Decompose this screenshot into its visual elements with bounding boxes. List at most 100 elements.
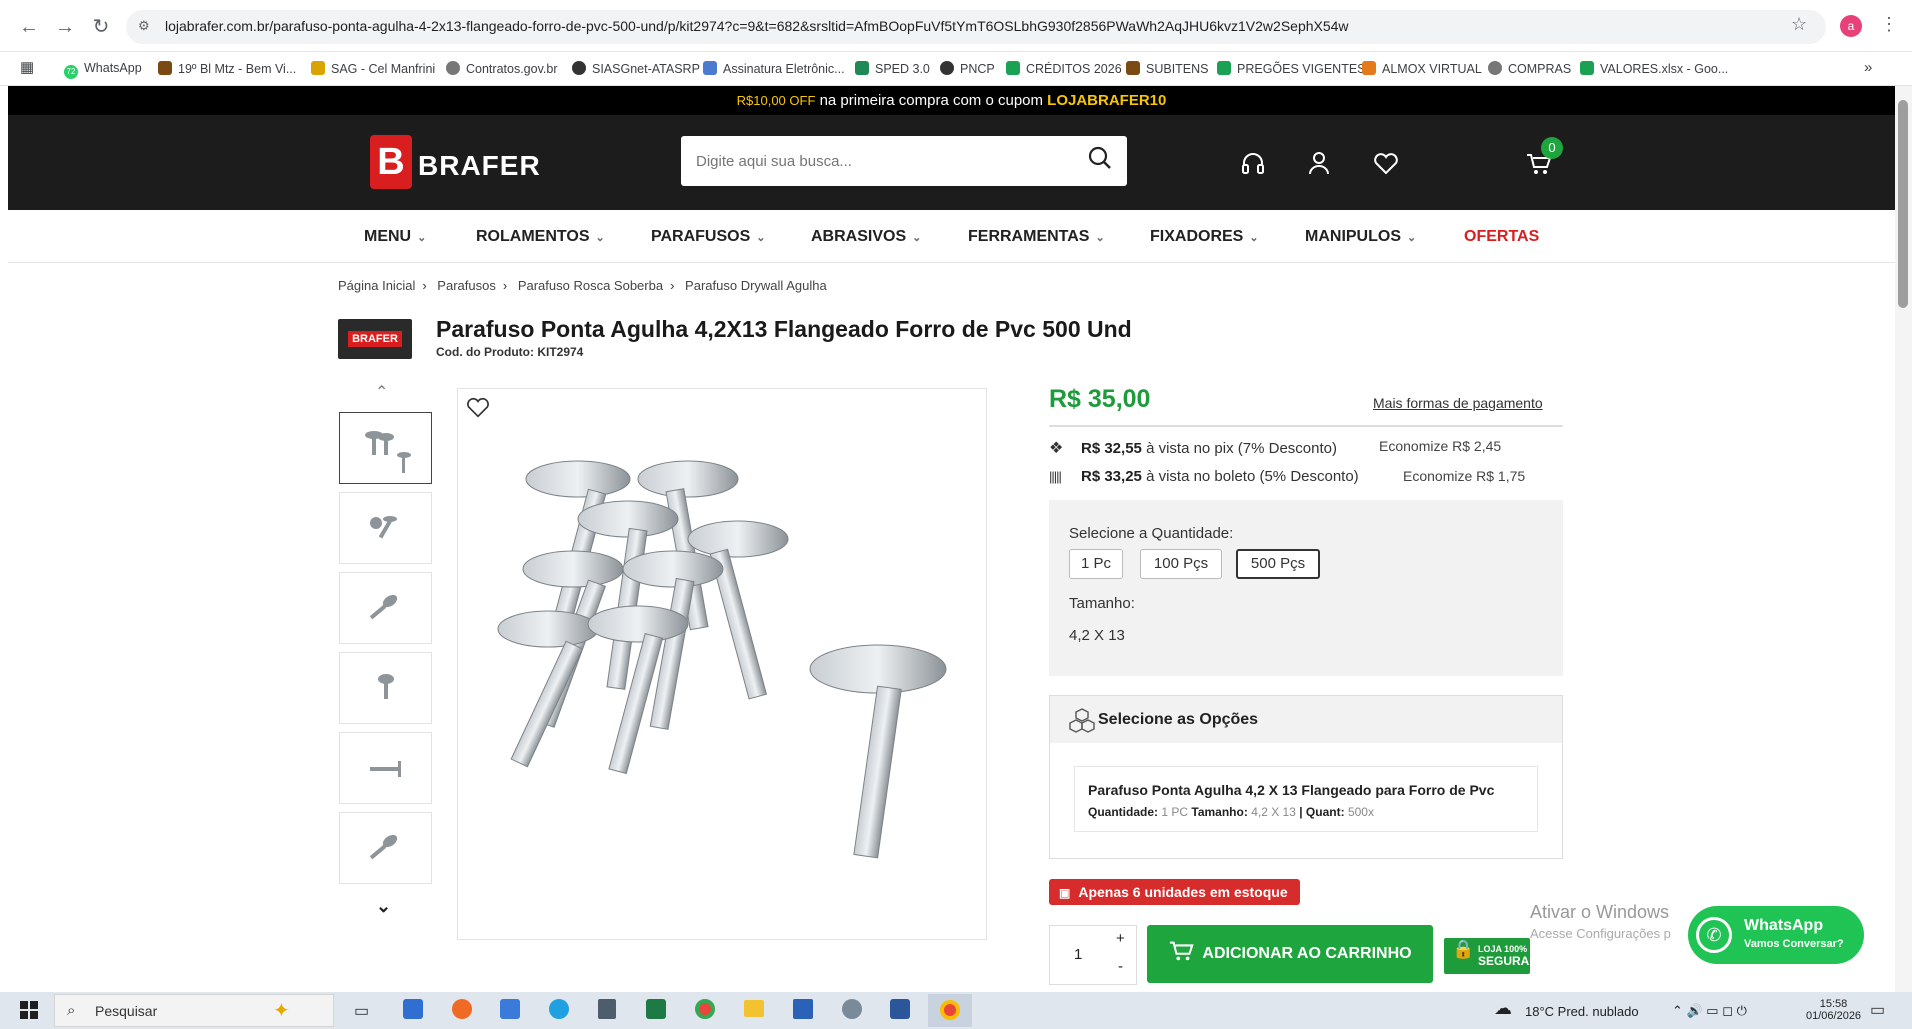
- increment-button[interactable]: +: [1116, 930, 1125, 947]
- firefox-icon[interactable]: [452, 999, 472, 1019]
- option-details: Quantidade: 1 PC Tamanho: 4,2 X 13 | Qua…: [1088, 805, 1374, 819]
- nav-parafusos[interactable]: PARAFUSOS ⌄: [651, 228, 765, 246]
- apps-grid-icon[interactable]: ▦: [20, 58, 34, 76]
- mail-icon[interactable]: [500, 999, 520, 1019]
- size-value[interactable]: 4,2 X 13: [1069, 627, 1125, 644]
- thumbs-down-arrow-icon[interactable]: ⌄: [376, 896, 391, 917]
- bookmark-item[interactable]: SUBITENS: [1126, 61, 1209, 76]
- favorite-heart-icon[interactable]: [464, 393, 492, 426]
- promo-text: na primeira compra com o cupom: [819, 92, 1043, 109]
- account-icon[interactable]: [1304, 148, 1334, 185]
- bookmarks-bar: ▦ 72 WhatsApp 19º Bl Mtz - Bem Vi... SAG …: [0, 52, 1912, 86]
- quantity-value[interactable]: 1: [1074, 946, 1082, 963]
- product-thumbnail[interactable]: [339, 812, 432, 884]
- breadcrumb-item[interactable]: Parafusos: [437, 278, 496, 293]
- option-100pcs[interactable]: 100 Pçs: [1140, 549, 1222, 579]
- option-1pc[interactable]: 1 Pc: [1069, 549, 1123, 579]
- nav-ofertas[interactable]: OFERTAS: [1464, 228, 1539, 246]
- search-icon: ⌕: [67, 1002, 76, 1019]
- profile-avatar[interactable]: a: [1840, 15, 1862, 37]
- decrement-button[interactable]: -: [1118, 958, 1123, 975]
- nav-manipulos[interactable]: MANIPULOS ⌄: [1305, 228, 1416, 246]
- edge-icon[interactable]: [549, 999, 569, 1019]
- weather-text[interactable]: 18°C Pred. nublado: [1525, 1004, 1639, 1019]
- promo-amount: R$10,00 OFF: [736, 93, 816, 108]
- chrome-icon[interactable]: [695, 999, 715, 1019]
- breadcrumb-item[interactable]: Página Inicial: [338, 278, 415, 293]
- search-input[interactable]: [696, 149, 1066, 173]
- logo-text[interactable]: BRAFER: [418, 150, 541, 182]
- breadcrumb-item[interactable]: Parafuso Drywall Agulha: [685, 278, 827, 293]
- bookmark-item[interactable]: PREGÕES VIGENTES: [1217, 61, 1366, 76]
- bookmark-item[interactable]: SIASGnet-ATASRP: [572, 61, 700, 76]
- wishlist-heart-icon[interactable]: [1371, 148, 1401, 185]
- taskbar-search[interactable]: ⌕ Pesquisar ✦: [54, 994, 334, 1027]
- brand-logo[interactable]: BRAFER: [338, 319, 412, 359]
- calculator-icon[interactable]: [598, 999, 616, 1019]
- more-bookmarks-icon[interactable]: »: [1864, 59, 1872, 76]
- bookmark-star-icon[interactable]: ☆: [1791, 14, 1807, 35]
- bookmark-item[interactable]: Contratos.gov.br: [446, 61, 557, 76]
- browser-menu-icon[interactable]: ⋮: [1880, 14, 1898, 35]
- screws-image: [497, 460, 947, 859]
- store-icon[interactable]: [403, 999, 423, 1019]
- product-main-image[interactable]: [457, 388, 987, 940]
- bookmark-item[interactable]: COMPRAS: [1488, 61, 1571, 76]
- whatsapp-chat-button[interactable]: ✆ WhatsApp Vamos Conversar?: [1688, 906, 1864, 964]
- promo-coupon: LOJABRAFER10: [1047, 92, 1167, 109]
- bookmark-item[interactable]: SPED 3.0: [855, 61, 930, 76]
- product-thumbnail[interactable]: [339, 732, 432, 804]
- site-info-icon[interactable]: ⚙: [138, 18, 150, 34]
- more-payment-link[interactable]: Mais formas de pagamento: [1373, 395, 1543, 411]
- breadcrumb-item[interactable]: Parafuso Rosca Soberba: [518, 278, 663, 293]
- tray-icons[interactable]: ⌃ 🔊 ▭ ◻ ⏻: [1672, 1003, 1747, 1019]
- nav-ferramentas[interactable]: FERRAMENTAS ⌄: [968, 228, 1105, 246]
- search-icon[interactable]: [1085, 143, 1115, 173]
- nav-abrasivos[interactable]: ABRASIVOS ⌄: [811, 228, 921, 246]
- back-icon[interactable]: ←: [16, 14, 42, 40]
- cart-count-badge: 0: [1541, 137, 1563, 159]
- product-thumbnail[interactable]: [339, 572, 432, 644]
- brafer-logo-icon[interactable]: B: [370, 135, 412, 189]
- size-label: Tamanho:: [1069, 595, 1135, 612]
- product-thumbnail[interactable]: [339, 412, 432, 484]
- thumbs-up-arrow-icon[interactable]: ⌃: [375, 382, 388, 402]
- file-explorer-icon[interactable]: [744, 1000, 764, 1017]
- reload-icon[interactable]: ↻: [88, 14, 114, 40]
- nav-menu[interactable]: MENU ⌄: [364, 228, 426, 246]
- product-code: Cod. do Produto: KIT2974: [436, 345, 584, 359]
- product-thumbnail[interactable]: [339, 492, 432, 564]
- scrollbar-thumb[interactable]: [1898, 100, 1908, 308]
- pix-price-row: ❖ R$ 32,55 à vista no pix (7% Desconto) E…: [1049, 438, 1502, 457]
- weather-icon[interactable]: ☁: [1494, 998, 1512, 1019]
- chrome-active-tab[interactable]: [928, 994, 972, 1027]
- url-text[interactable]: lojabrafer.com.br/parafuso-ponta-agulha-…: [165, 18, 1349, 34]
- bookmark-whatsapp[interactable]: 72 WhatsApp: [64, 61, 142, 79]
- add-to-cart-button[interactable]: ADICIONAR AO CARRINHO: [1147, 925, 1433, 983]
- bookmark-item[interactable]: VALORES.xlsx - Goo...: [1580, 61, 1728, 76]
- option-500pcs[interactable]: 500 Pçs: [1236, 549, 1320, 579]
- nav-rolamentos[interactable]: ROLAMENTOS ⌄: [476, 228, 605, 246]
- forward-icon[interactable]: →: [52, 14, 78, 40]
- bookmark-item[interactable]: SAG - Cel Manfrini: [311, 61, 435, 76]
- bookmark-item[interactable]: 19º Bl Mtz - Bem Vi...: [158, 61, 296, 76]
- word-icon[interactable]: [890, 999, 910, 1019]
- bookmark-item[interactable]: ALMOX VIRTUAL: [1362, 61, 1482, 76]
- task-view-icon[interactable]: ▭: [354, 1001, 369, 1021]
- cubes-icon: [1069, 707, 1095, 738]
- pix-icon: ❖: [1049, 440, 1064, 457]
- bookmark-item[interactable]: CRÉDITOS 2026: [1006, 61, 1122, 76]
- product-thumbnail[interactable]: [339, 652, 432, 724]
- clock[interactable]: 15:58 01/06/2026: [1806, 998, 1861, 1022]
- headset-icon[interactable]: [1238, 148, 1268, 185]
- nav-fixadores[interactable]: FIXADORES ⌄: [1150, 228, 1259, 246]
- app-icon[interactable]: [793, 999, 813, 1019]
- windows-start-icon[interactable]: [20, 1001, 38, 1024]
- qty-label: Selecione a Quantidade:: [1069, 525, 1234, 542]
- whatsapp-title: WhatsApp: [1744, 917, 1824, 934]
- bookmark-item[interactable]: PNCP: [940, 61, 995, 76]
- app-icon[interactable]: [842, 999, 862, 1019]
- bookmark-item[interactable]: Assinatura Eletrônic...: [703, 61, 845, 76]
- excel-icon[interactable]: [646, 999, 666, 1019]
- notifications-icon[interactable]: ▭: [1870, 1000, 1885, 1020]
